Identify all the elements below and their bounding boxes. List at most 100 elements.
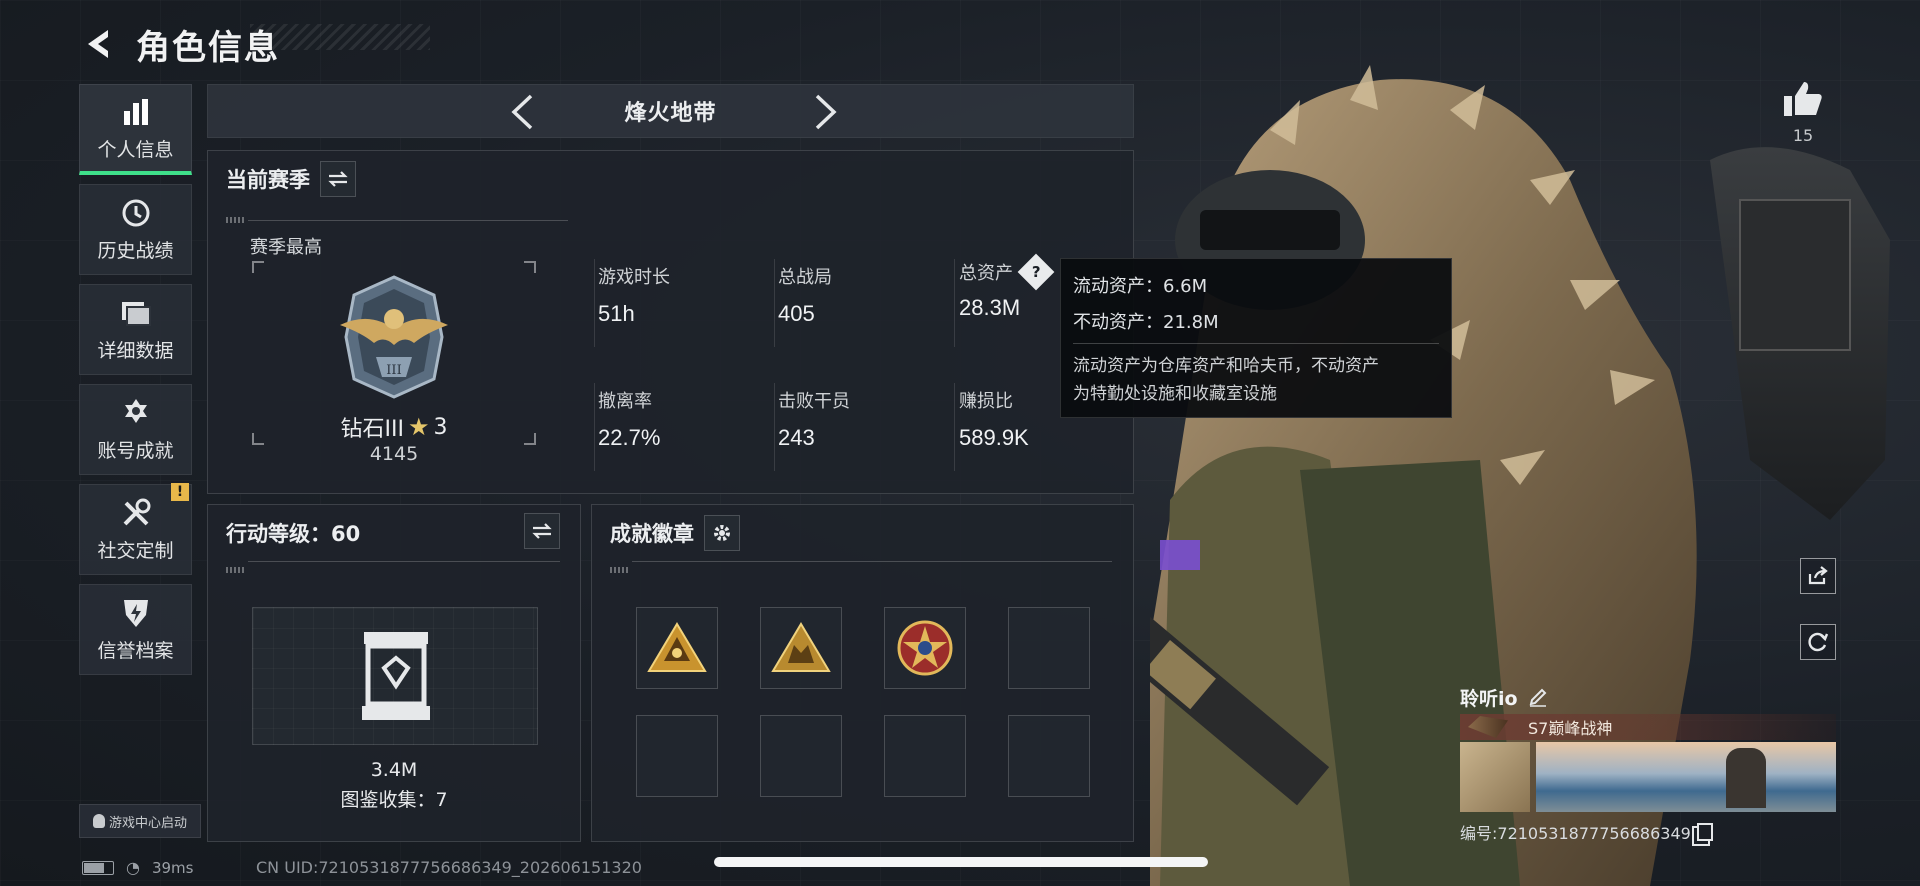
player-uid: 编号:7210531877756686349 (1460, 824, 1691, 843)
history-icon (119, 196, 153, 230)
svg-text:III: III (386, 363, 401, 378)
achievement-slot-empty[interactable] (636, 715, 718, 797)
achievements-settings-button[interactable] (704, 515, 740, 551)
tooltip-description-line2: 为特勤处设施和收藏室设施 (1073, 384, 1277, 404)
folder-icon (119, 296, 153, 330)
sidebar-item-label: 详细数据 (97, 340, 174, 362)
ping-value: 39ms (151, 858, 194, 877)
copy-icon[interactable] (1696, 823, 1713, 841)
triangle-team-badge-icon (771, 622, 831, 672)
shield-bolt-icon (119, 596, 153, 630)
stat-total-matches: 总战局 405 (778, 267, 832, 326)
sidebar-item-history[interactable]: 历史战绩 (79, 184, 192, 275)
thumbs-up-icon (1784, 82, 1822, 116)
qq-icon (92, 814, 105, 828)
sidebar: 个人信息 历史战绩 详细数据 账号成就 ! 社交定制 信誉档案 (79, 84, 192, 684)
collection-display[interactable] (252, 607, 538, 745)
rank-emblem-icon: III (340, 275, 448, 399)
wifi-icon: ◔ (126, 858, 140, 877)
player-title: S7巅峰战神 (1528, 719, 1613, 738)
star-medal-icon (897, 620, 953, 676)
achievement-slot-empty[interactable] (884, 715, 966, 797)
page-title: 角色信息 (136, 27, 280, 68)
achievements-title: 成就徽章 (610, 522, 694, 546)
like-count: 15 (1792, 126, 1814, 145)
notification-badge: ! (171, 483, 189, 501)
stat-profit-loss: 赚损比 589.9K (959, 391, 1029, 450)
star-icon: ★ (407, 413, 430, 441)
collection-value: 3.4M (370, 759, 418, 781)
tools-icon (119, 496, 153, 530)
sidebar-item-reputation[interactable]: 信誉档案 (79, 584, 192, 675)
achievement-badge[interactable] (884, 607, 966, 689)
mode-title: 烽火地带 (624, 101, 717, 126)
stat-kills: 击败干员 243 (778, 391, 850, 450)
battery-icon (82, 860, 114, 875)
mode-selector: 烽火地带 (207, 84, 1134, 138)
player-name: 聆听io (1460, 687, 1518, 710)
season-best-label: 赛季最高 (250, 237, 322, 258)
stat-label: 总资产 (959, 263, 1013, 284)
bar-chart-icon (119, 95, 153, 129)
sidebar-item-social[interactable]: ! 社交定制 (79, 483, 192, 575)
achievement-slot-empty[interactable] (1008, 715, 1090, 797)
achievement-badge[interactable] (760, 607, 842, 689)
season-switch-button[interactable] (320, 161, 356, 197)
footer-uid: CN UID:7210531877756686349_202606151320 (256, 858, 642, 877)
share-button[interactable] (1800, 558, 1836, 594)
sidebar-item-label: 社交定制 (97, 540, 174, 562)
fixed-assets: 不动资产：21.8M (1073, 312, 1219, 333)
tooltip-description-line1: 流动资产为仓库资产和哈夫币，不动资产 (1073, 356, 1379, 376)
player-banner (1460, 742, 1836, 812)
mode-prev-button[interactable] (504, 94, 540, 130)
mode-next-button[interactable] (808, 94, 844, 130)
avatar[interactable] (1460, 742, 1530, 812)
stat-total-assets: 总资产? 28.3M (959, 253, 1055, 321)
achievements-panel: 成就徽章 (591, 504, 1134, 842)
status-bar: ◔ 39ms (82, 858, 193, 877)
sidebar-item-label: 信誉档案 (97, 640, 174, 662)
rank-score: 4145 (369, 443, 419, 465)
help-icon[interactable]: ? (1017, 253, 1055, 291)
back-button[interactable] (78, 22, 122, 66)
collection-count: 图鉴收集：7 (340, 789, 448, 811)
gear-icon (714, 525, 730, 541)
medal-icon (119, 396, 153, 430)
chevron-left-icon (511, 94, 533, 130)
sidebar-item-label: 账号成就 (97, 440, 174, 462)
sidebar-item-label: 个人信息 (97, 138, 174, 161)
divider (248, 220, 568, 221)
title-emblem-icon (1468, 716, 1508, 738)
display-case-icon (362, 632, 430, 720)
season-panel: 当前赛季 赛季最高 III 钻石III ★ 3 4145 游戏时长 51h 总战… (207, 150, 1134, 494)
level-switch-button[interactable] (524, 513, 560, 549)
swap-icon (532, 523, 552, 539)
sidebar-item-personal-info[interactable]: 个人信息 (79, 84, 192, 175)
swap-icon (328, 171, 348, 187)
sidebar-item-achievements[interactable]: 账号成就 (79, 384, 192, 475)
like-button[interactable]: 15 (1780, 80, 1826, 145)
player-title-bar: S7巅峰战神 (1460, 714, 1836, 740)
share-icon (1808, 566, 1828, 585)
assets-tooltip: 流动资产：6.6M 不动资产：21.8M 流动资产为仓库资产和哈夫币，不动资产 … (1060, 258, 1452, 418)
sidebar-item-label: 历史战绩 (97, 240, 174, 262)
rank-name: 钻石III ★ 3 (208, 411, 580, 443)
rotate-button[interactable] (1800, 624, 1836, 660)
achievement-badge[interactable] (636, 607, 718, 689)
level-title: 行动等级：60 (226, 522, 361, 546)
season-title: 当前赛季 (226, 168, 310, 192)
header: 角色信息 (78, 16, 280, 72)
level-panel: 行动等级：60 3.4M 图鉴收集：7 (207, 504, 581, 842)
chevron-right-icon (815, 94, 837, 130)
banner-image (1536, 742, 1836, 812)
edit-icon[interactable] (1528, 687, 1548, 707)
achievement-slot-empty[interactable] (760, 715, 842, 797)
game-center-launch-button[interactable]: 游戏中心启动 (79, 804, 201, 838)
achievement-slot-empty[interactable] (1008, 607, 1090, 689)
rank-stars: 3 (433, 414, 448, 440)
back-arrow-icon (88, 30, 108, 58)
rank-name-text: 钻石III (340, 417, 404, 442)
home-indicator[interactable] (714, 857, 1208, 867)
sidebar-item-details[interactable]: 详细数据 (79, 284, 192, 375)
decorative-dots (226, 217, 244, 223)
